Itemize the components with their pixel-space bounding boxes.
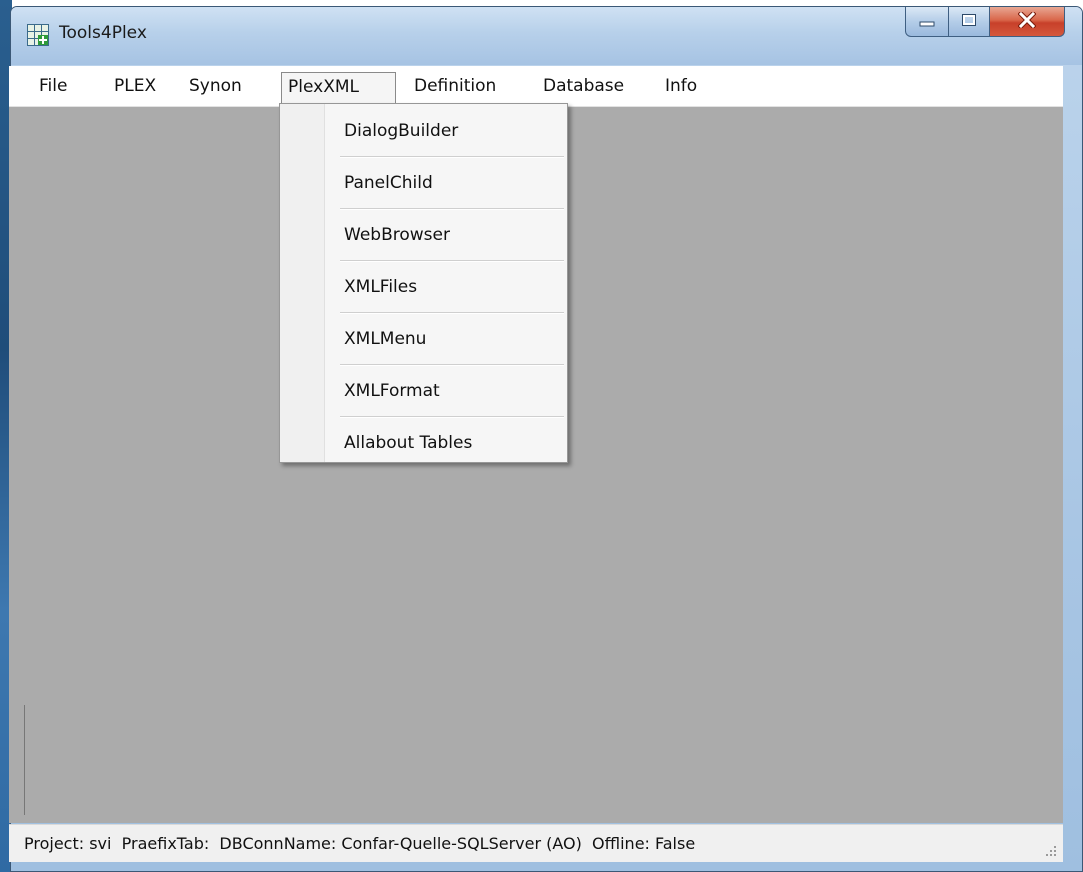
resize-grip-icon[interactable] (1043, 842, 1057, 856)
menu-bar: File PLEX Synon PlexXML Definition Datab… (9, 66, 1063, 108)
minimize-button[interactable] (905, 7, 949, 37)
menu-database[interactable]: Database (537, 72, 630, 102)
menu-item-xmlmenu[interactable]: XMLMenu (326, 314, 564, 366)
menu-item-webbrowser[interactable]: WebBrowser (326, 210, 564, 262)
menu-synon[interactable]: Synon (183, 72, 248, 102)
minimize-icon (919, 12, 935, 31)
menu-file[interactable]: File (33, 72, 73, 102)
menu-plex[interactable]: PLEX (108, 72, 162, 102)
menu-item-panelchild[interactable]: PanelChild (326, 158, 564, 210)
menu-icon-gutter (280, 104, 325, 462)
status-bar: Project: svi PraefixTab: DBConnName: Con… (9, 824, 1063, 862)
menu-info[interactable]: Info (659, 72, 703, 102)
title-bar[interactable]: Tools4Plex (11, 7, 1082, 65)
menu-item-dialogbuilder[interactable]: DialogBuilder (326, 106, 564, 158)
grid-table-icon (27, 24, 49, 46)
menu-item-xmlfiles[interactable]: XMLFiles (326, 262, 564, 314)
maximize-button[interactable] (948, 7, 990, 37)
status-text: Project: svi PraefixTab: DBConnName: Con… (24, 834, 696, 853)
close-button[interactable] (989, 7, 1065, 37)
plexxml-dropdown-menu: DialogBuilder PanelChild WebBrowser XMLF… (279, 103, 568, 463)
menu-item-allabout-tables[interactable]: Allabout Tables (326, 418, 564, 470)
close-icon (1017, 9, 1037, 32)
menu-definition[interactable]: Definition (408, 72, 502, 102)
divider-line (24, 705, 25, 815)
menu-item-xmlformat[interactable]: XMLFormat (326, 366, 564, 418)
maximize-icon (961, 12, 977, 31)
window-title: Tools4Plex (59, 23, 147, 43)
